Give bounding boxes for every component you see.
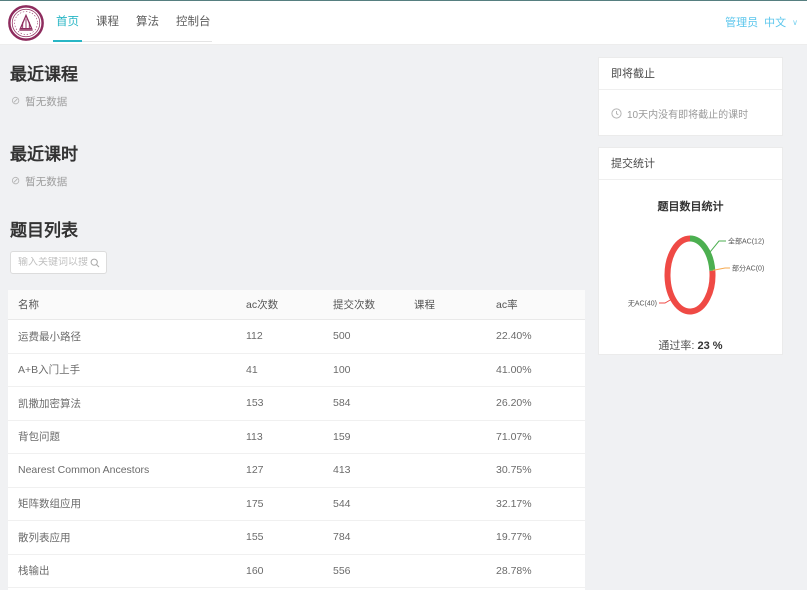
deadline-card: 即将截止 10天内没有即将截止的课时: [598, 57, 783, 136]
top-accent-line: [0, 0, 807, 1]
pass-rate: 通过率: 23 %: [599, 337, 782, 353]
cell-ac_count: 153: [246, 397, 333, 409]
deadline-empty-state: 10天内没有即将截止的课时: [599, 90, 782, 136]
cell-name[interactable]: 运费最小路径: [8, 329, 246, 344]
deadline-card-title: 即将截止: [599, 58, 782, 90]
cell-submit_count: 784: [333, 531, 414, 543]
cell-ac_count: 175: [246, 498, 333, 510]
cell-ac_rate: 26.20%: [496, 397, 585, 409]
recent-lessons-empty: ⊘ 暂无数据: [11, 174, 67, 189]
table-row[interactable]: 运费最小路径112500 22.40%: [8, 320, 585, 354]
cell-name[interactable]: 散列表应用: [8, 530, 246, 545]
cell-ac_count: 155: [246, 531, 333, 543]
cell-ac_rate: 28.78%: [496, 565, 585, 577]
university-logo-icon[interactable]: [7, 3, 45, 43]
problem-search: [10, 251, 107, 274]
cell-name[interactable]: 栈输出: [8, 563, 246, 578]
cell-name[interactable]: 矩阵数组应用: [8, 496, 246, 511]
nav-tab-0[interactable]: 首页: [55, 7, 80, 41]
recent-courses-title: 最近课程: [10, 60, 78, 85]
table-header-row: 名称ac次数提交次数课程ac率: [8, 290, 585, 320]
nav-tab-3[interactable]: 控制台: [175, 7, 212, 41]
cell-ac_count: 160: [246, 565, 333, 577]
leader-full-ac: [708, 241, 726, 254]
column-header: ac率: [496, 297, 585, 312]
empty-text: 暂无数据: [25, 174, 67, 189]
cell-submit_count: 556: [333, 565, 414, 577]
cell-ac_rate: 19.77%: [496, 531, 585, 543]
cell-ac_rate: 41.00%: [496, 364, 585, 376]
table-row[interactable]: 矩阵数组应用175544 32.17%: [8, 488, 585, 522]
table-row[interactable]: 凯撒加密算法153584 26.20%: [8, 387, 585, 421]
cell-ac_count: 127: [246, 464, 333, 476]
table-row[interactable]: A+B入门上手41100 41.00%: [8, 354, 585, 388]
search-icon: [90, 258, 100, 268]
table-row[interactable]: 背包问题113159 71.07%: [8, 421, 585, 455]
problem-table: 名称ac次数提交次数课程ac率 运费最小路径112500 22.40% A+B入门上…: [8, 290, 585, 590]
header: 首页课程算法控制台 管理员 中文 ∨: [0, 1, 807, 45]
nav-tab-2[interactable]: 算法: [135, 7, 160, 41]
slice-label-full-ac: 全部AC(12): [728, 237, 764, 246]
table-row[interactable]: 栈输出160556 28.78%: [8, 555, 585, 589]
cell-ac_rate: 22.40%: [496, 330, 585, 342]
pass-rate-label: 通过率:: [658, 340, 694, 352]
language-label: 中文: [764, 14, 786, 30]
main-nav: 首页课程算法控制台: [55, 7, 212, 42]
slice-label-no-ac: 无AC(40): [628, 300, 657, 308]
nav-tab-1[interactable]: 课程: [95, 7, 120, 41]
table-row[interactable]: 散列表应用155784 19.77%: [8, 521, 585, 555]
table-row[interactable]: Nearest Common Ancestors127413 30.75%: [8, 454, 585, 488]
cell-ac_count: 112: [246, 330, 333, 342]
pass-rate-value: 23 %: [698, 340, 723, 352]
search-input[interactable]: [11, 257, 90, 268]
cell-name[interactable]: Nearest Common Ancestors: [8, 464, 246, 476]
stats-card-title: 提交统计: [599, 148, 782, 180]
chevron-down-icon: ∨: [792, 18, 798, 27]
cell-name[interactable]: A+B入门上手: [8, 362, 246, 377]
cell-ac_count: 113: [246, 431, 333, 443]
donut-segment-full-ac: [690, 239, 712, 271]
table-body: 运费最小路径112500 22.40% A+B入门上手41100 41.00% 凯撒加密…: [8, 320, 585, 588]
column-header: 课程: [414, 297, 496, 312]
clock-icon: [611, 108, 622, 119]
pie-chart: 全部AC(12) 部分AC(0) 无AC(40): [599, 217, 782, 329]
submission-stats-card: 提交统计 题目数目统计 全部AC(12) 部分AC(0) 无AC(40) 通过率…: [598, 147, 783, 355]
cell-ac_rate: 71.07%: [496, 431, 585, 443]
column-header: 名称: [8, 297, 246, 312]
column-header: 提交次数: [333, 297, 414, 312]
problem-list-title: 题目列表: [10, 216, 78, 241]
cell-ac_rate: 30.75%: [496, 464, 585, 476]
cell-ac_rate: 32.17%: [496, 498, 585, 510]
cell-ac_count: 41: [246, 364, 333, 376]
cell-name[interactable]: 凯撒加密算法: [8, 396, 246, 411]
cell-submit_count: 100: [333, 364, 414, 376]
cell-submit_count: 544: [333, 498, 414, 510]
leader-partial-ac: [713, 268, 730, 270]
cell-submit_count: 584: [333, 397, 414, 409]
cell-submit_count: 500: [333, 330, 414, 342]
cell-submit_count: 413: [333, 464, 414, 476]
empty-icon: ⊘: [11, 176, 20, 187]
user-menu[interactable]: 管理员 中文 ∨: [725, 14, 798, 30]
recent-lessons-title: 最近课时: [10, 140, 78, 165]
deadline-empty-text: 10天内没有即将截止的课时: [627, 106, 748, 121]
recent-courses-empty: ⊘ 暂无数据: [11, 94, 67, 109]
empty-text: 暂无数据: [25, 94, 67, 109]
slice-label-partial-ac: 部分AC(0): [732, 264, 764, 273]
user-name: 管理员: [725, 14, 758, 30]
empty-icon: ⊘: [11, 96, 20, 107]
cell-name[interactable]: 背包问题: [8, 429, 246, 444]
cell-submit_count: 159: [333, 431, 414, 443]
chart-title: 题目数目统计: [599, 198, 782, 214]
column-header: ac次数: [246, 297, 333, 312]
